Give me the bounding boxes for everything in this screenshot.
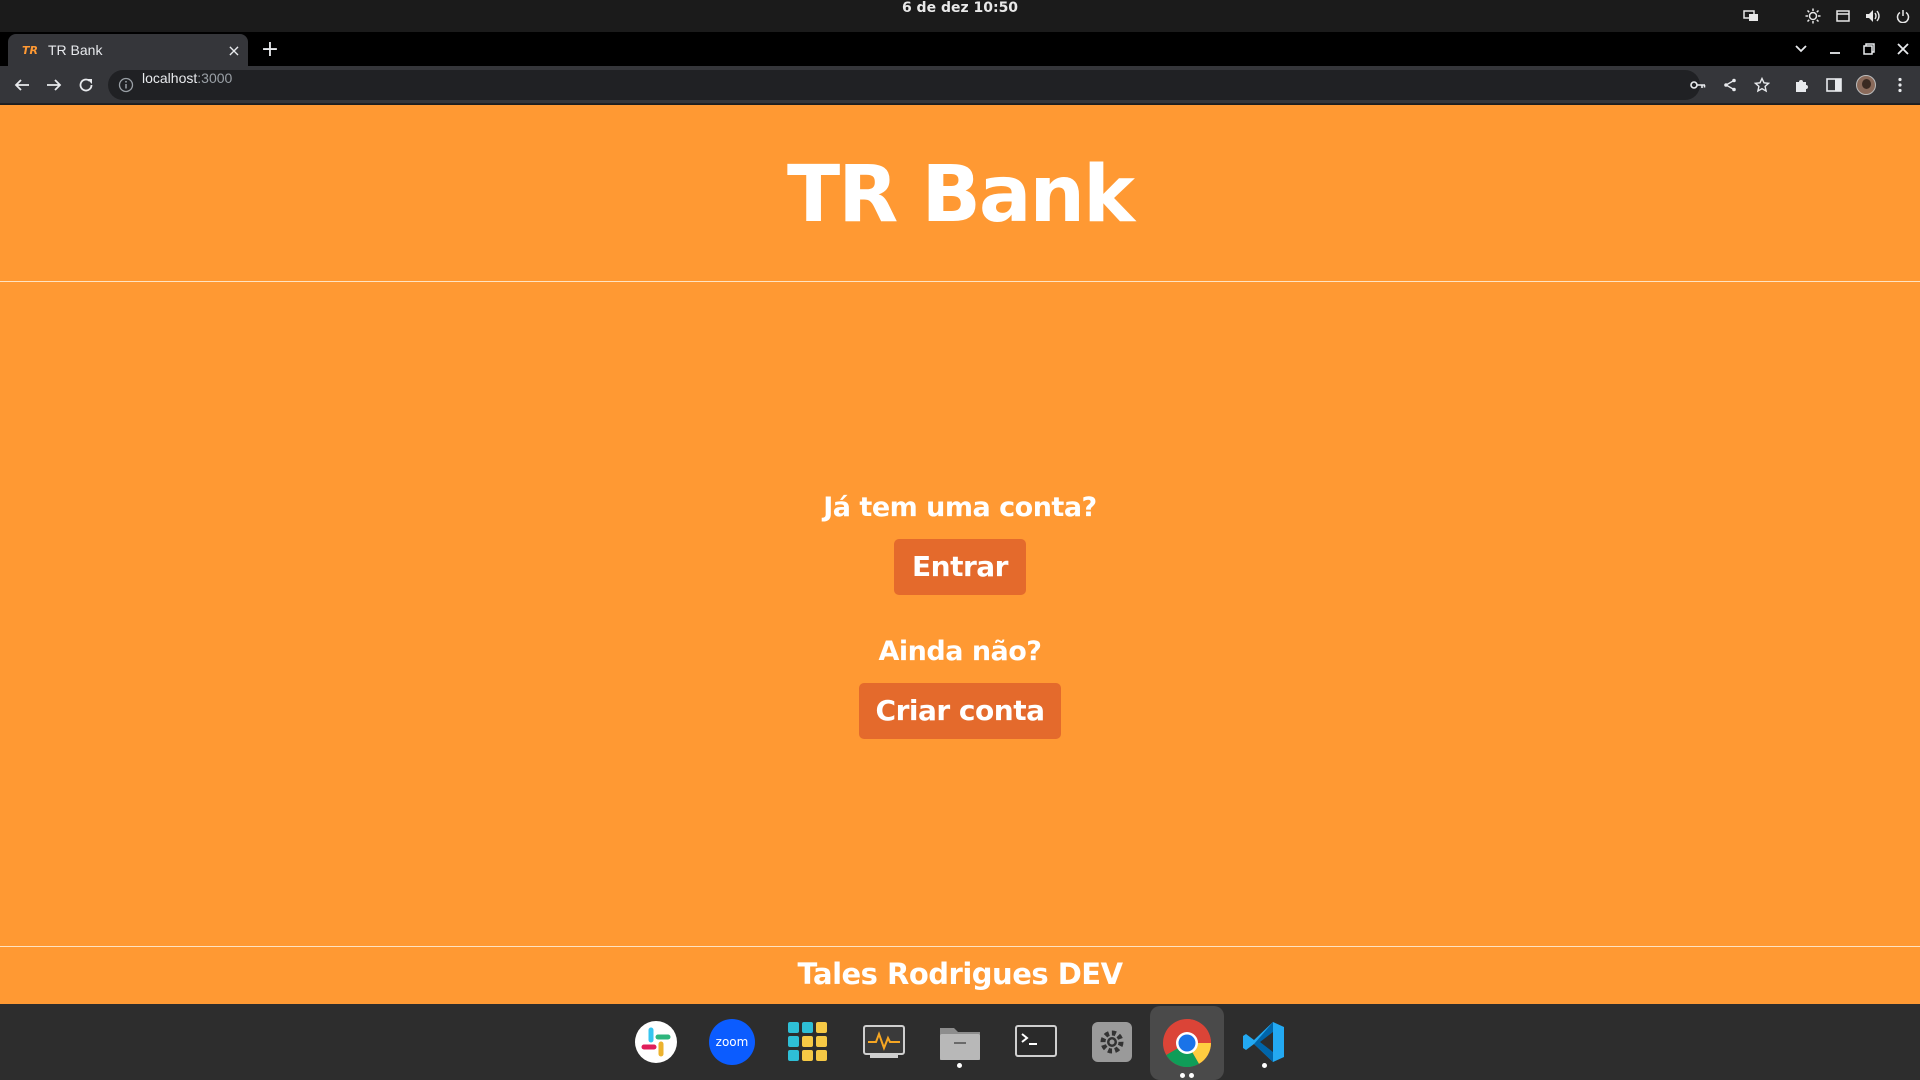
password-key-icon[interactable]: [1690, 77, 1706, 93]
brightness-icon[interactable]: [1804, 7, 1822, 25]
no-account-question: Ainda não?: [878, 636, 1042, 667]
window-icon[interactable]: [1834, 7, 1852, 25]
header-divider: [0, 281, 1920, 282]
zoom-label: zoom: [716, 1035, 749, 1049]
reload-icon[interactable]: [74, 73, 98, 97]
profile-avatar[interactable]: [1856, 75, 1876, 95]
files-icon[interactable]: [932, 1014, 988, 1070]
window-controls: [1794, 32, 1910, 66]
minimize-icon[interactable]: [1828, 42, 1842, 56]
address-bar[interactable]: localhost:3000: [108, 70, 1770, 100]
power-icon[interactable]: [1894, 7, 1912, 25]
zoom-icon[interactable]: zoom: [704, 1014, 760, 1070]
footer-divider: [0, 946, 1920, 947]
tab-close-icon[interactable]: ×: [220, 41, 248, 60]
terminal-icon[interactable]: [1008, 1014, 1064, 1070]
footer-credit: Tales Rodrigues DEV: [797, 957, 1123, 991]
side-panel-icon[interactable]: [1822, 73, 1846, 97]
create-account-button[interactable]: Criar conta: [859, 683, 1061, 739]
system-tray[interactable]: [1742, 0, 1912, 32]
system-top-bar: 6 de dez 10:50: [0, 0, 1920, 32]
browser-tab-strip: TR TR Bank × +: [0, 32, 1920, 66]
share-icon[interactable]: [1722, 77, 1738, 93]
site-info-icon[interactable]: [118, 77, 134, 93]
volume-icon[interactable]: [1864, 7, 1882, 25]
settings-icon[interactable]: [1084, 1014, 1140, 1070]
new-tab-button[interactable]: +: [258, 38, 282, 62]
tab-search-icon[interactable]: [1794, 42, 1808, 56]
tab-tr-bank[interactable]: TR TR Bank ×: [8, 34, 248, 66]
close-window-icon[interactable]: [1896, 42, 1910, 56]
tab-favicon: TR: [22, 43, 38, 57]
bookmark-star-icon[interactable]: [1754, 77, 1770, 93]
app-grid-icon[interactable]: [780, 1014, 836, 1070]
clock[interactable]: 6 de dez 10:50: [0, 0, 1920, 32]
forward-arrow-icon[interactable]: [42, 73, 66, 97]
extensions-puzzle-icon[interactable]: [1790, 73, 1814, 97]
vscode-icon[interactable]: [1236, 1014, 1292, 1070]
display-icon[interactable]: [1742, 7, 1760, 25]
tab-title: TR Bank: [48, 42, 103, 58]
brand-title: TR Bank: [787, 150, 1135, 240]
restore-icon[interactable]: [1862, 42, 1876, 56]
enter-button[interactable]: Entrar: [894, 539, 1026, 595]
url-port: :3000: [197, 70, 233, 86]
app-dock: zoom: [0, 1004, 1920, 1080]
url-host: localhost: [142, 70, 198, 86]
files-running-indicator: [957, 1063, 962, 1068]
chrome-window-indicator-1: [1180, 1073, 1185, 1078]
chrome-menu-icon[interactable]: [1888, 73, 1912, 97]
system-monitor-icon[interactable]: [856, 1014, 912, 1070]
slack-icon[interactable]: [628, 1014, 684, 1070]
url-text[interactable]: localhost:3000: [142, 70, 232, 100]
has-account-question: Já tem uma conta?: [823, 492, 1097, 523]
web-page: TR Bank Já tem uma conta? Entrar Ainda n…: [0, 105, 1920, 1004]
back-arrow-icon[interactable]: [10, 73, 34, 97]
chrome-window-indicator-2: [1189, 1073, 1194, 1078]
browser-toolbar: localhost:3000: [0, 66, 1920, 104]
vscode-running-indicator: [1262, 1063, 1267, 1068]
chrome-icon[interactable]: [1150, 1006, 1224, 1080]
